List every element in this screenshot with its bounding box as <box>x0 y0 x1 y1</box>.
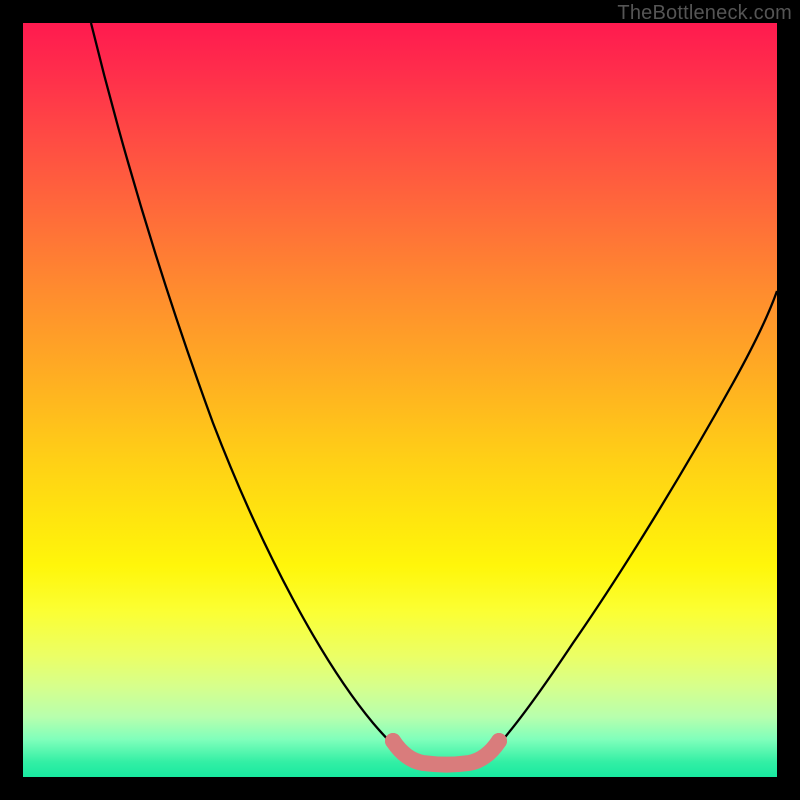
marker-dot-left <box>385 733 401 749</box>
watermark-text: TheBottleneck.com <box>617 2 792 25</box>
plot-area <box>23 23 777 777</box>
curve-right <box>485 291 777 758</box>
chart-frame: TheBottleneck.com <box>0 0 800 800</box>
marker-dot-right <box>491 733 507 749</box>
curve-svg <box>23 23 777 777</box>
bottom-marker <box>393 741 499 765</box>
curve-left <box>91 23 411 758</box>
